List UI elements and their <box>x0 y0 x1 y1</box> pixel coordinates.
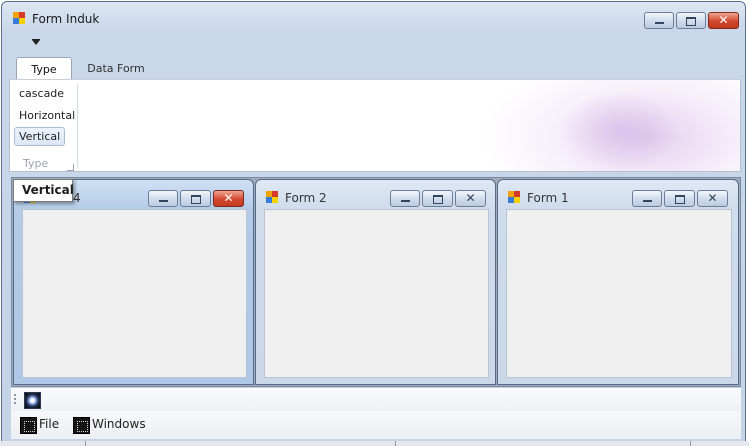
close-icon: ✕ <box>465 191 476 205</box>
minimize-icon <box>159 200 168 202</box>
child-window-form-1[interactable]: Form 1 ✕ <box>497 179 739 385</box>
minimize-button[interactable] <box>148 190 178 207</box>
tab-data-form-label: Data Form <box>87 62 145 75</box>
ribbon-tooltip: Vertical <box>13 179 74 202</box>
maximize-icon <box>432 195 443 204</box>
close-button[interactable]: ✕ <box>697 190 728 207</box>
child-window-form-2[interactable]: Form 2 ✕ <box>255 179 496 385</box>
maximize-icon <box>686 17 696 26</box>
maximize-button[interactable] <box>422 190 453 207</box>
child-client-area[interactable] <box>506 209 732 378</box>
child-client-area[interactable] <box>22 209 247 378</box>
tab-type[interactable]: Type <box>16 57 72 81</box>
file-icon <box>20 417 37 434</box>
child-title: Form 2 <box>285 191 327 205</box>
minimize-icon <box>401 200 410 202</box>
toolbar-grip-icon[interactable] <box>14 394 16 406</box>
app-icon <box>508 191 521 204</box>
minimize-button[interactable] <box>644 12 674 29</box>
ribbon-decoration-inner <box>560 90 680 170</box>
ribbon-group-label: Type <box>23 157 49 170</box>
tab-data-form[interactable]: Data Form <box>80 57 152 81</box>
ribbon-panel: cascade Horizontal Vertical Type <box>9 79 741 172</box>
mdi-client-area: 4 ✕ Form 2 ✕ Form 1 ✕ <box>11 177 741 387</box>
edge-tick <box>395 441 396 446</box>
windows-icon <box>73 417 90 434</box>
minimize-button[interactable] <box>632 190 662 207</box>
close-button[interactable]: ✕ <box>708 12 739 29</box>
maximize-icon <box>190 195 201 204</box>
bottom-toolbar <box>11 387 741 411</box>
close-icon: ✕ <box>223 191 234 205</box>
title-bar[interactable]: Form Induk ✕ <box>2 2 745 32</box>
minimize-icon <box>655 22 664 24</box>
minimize-button[interactable] <box>390 190 420 207</box>
ribbon-group-separator <box>77 84 78 168</box>
vertical-button[interactable]: Vertical <box>14 127 66 146</box>
cascade-button[interactable]: cascade <box>19 87 64 100</box>
minimize-icon <box>643 200 652 202</box>
maximize-button[interactable] <box>180 190 211 207</box>
close-icon: ✕ <box>718 13 729 27</box>
maximize-button[interactable] <box>676 12 706 29</box>
close-button[interactable]: ✕ <box>455 190 486 207</box>
menu-item-file-label: File <box>39 417 60 431</box>
bottom-edge <box>0 441 749 446</box>
close-icon: ✕ <box>707 191 718 205</box>
quick-access-dropdown-icon[interactable] <box>32 40 40 45</box>
child-title: Form 1 <box>527 191 569 205</box>
edge-tick <box>85 441 86 446</box>
bottom-menu-strip: File Windows <box>11 411 741 439</box>
group-launcher-icon[interactable] <box>67 164 74 171</box>
maximize-icon <box>674 195 685 204</box>
app-icon <box>266 191 279 204</box>
child-title: 4 <box>73 191 81 205</box>
window-title: Form Induk <box>32 12 100 26</box>
child-client-area[interactable] <box>264 209 489 378</box>
menu-item-windows-label: Windows <box>92 417 146 431</box>
maximize-button[interactable] <box>664 190 695 207</box>
edge-tick <box>690 441 691 446</box>
sparkle-icon[interactable] <box>24 392 41 409</box>
horizontal-button[interactable]: Horizontal <box>19 109 75 122</box>
tab-type-label: Type <box>31 63 57 76</box>
menu-item-windows[interactable]: Windows <box>73 416 151 434</box>
child-window-form-4[interactable]: 4 ✕ <box>13 179 254 385</box>
app-icon <box>13 12 26 25</box>
menu-item-file[interactable]: File <box>20 416 68 434</box>
close-button[interactable]: ✕ <box>213 190 244 207</box>
main-window: Form Induk ✕ Type Data Form cascade Hori… <box>1 1 746 442</box>
